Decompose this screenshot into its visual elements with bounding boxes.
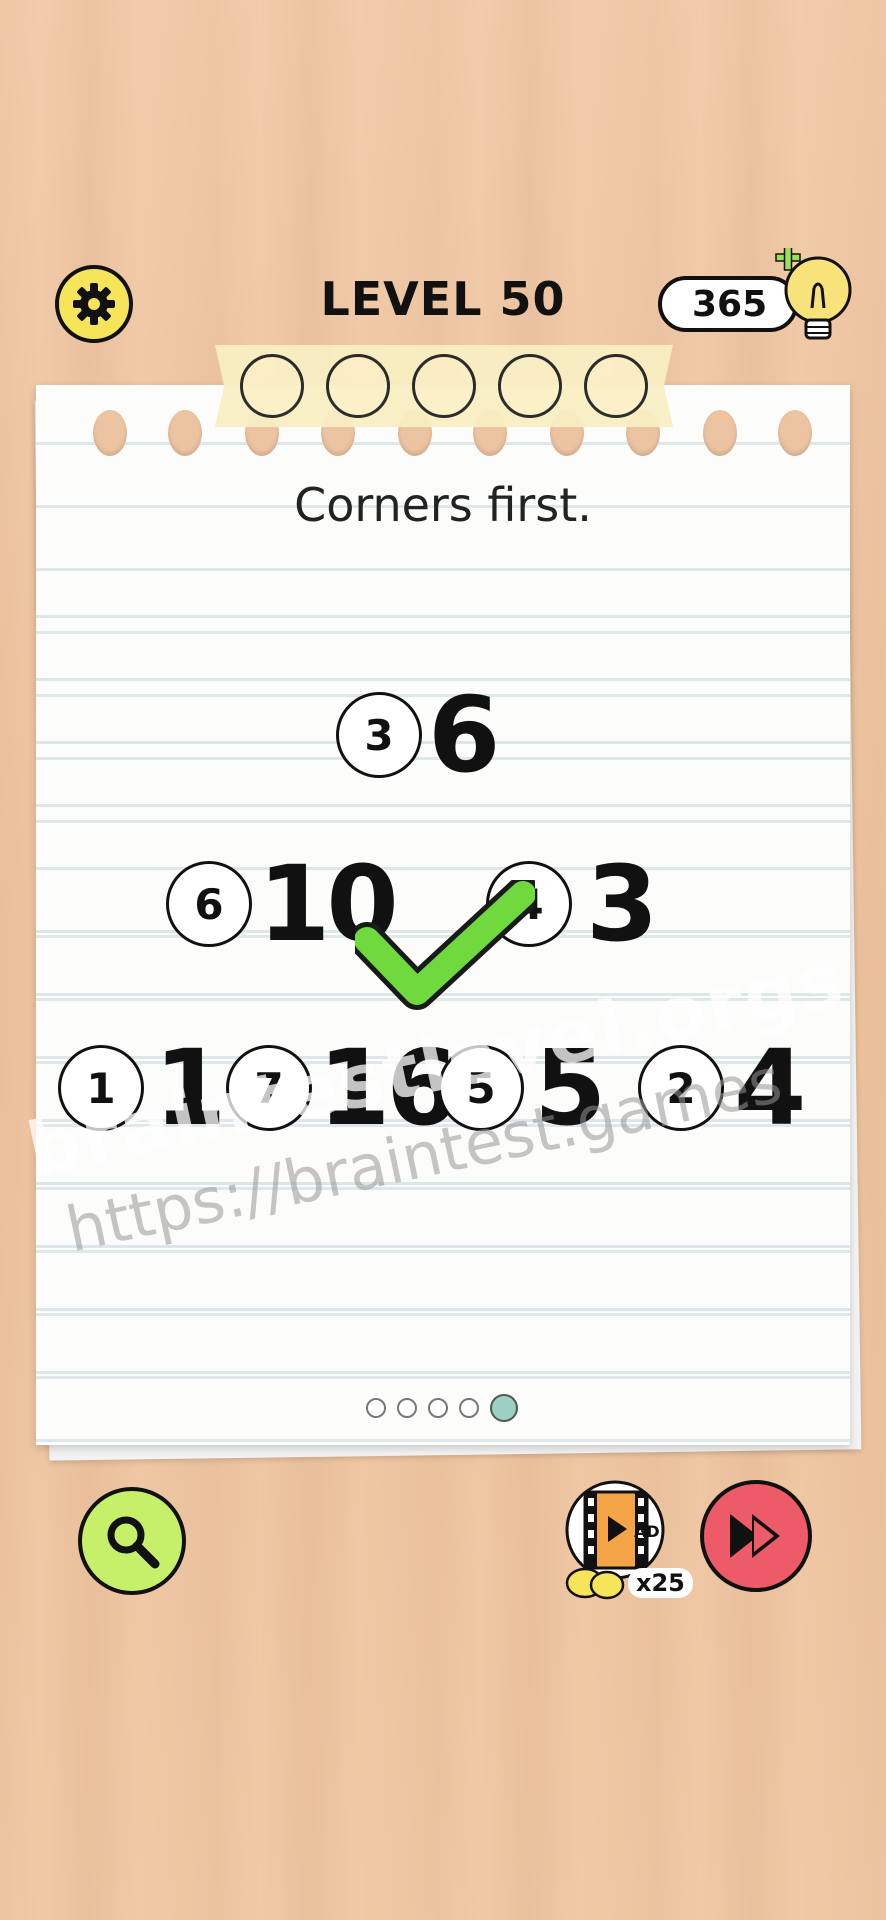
number-value: 3 <box>586 843 658 965</box>
fast-forward-icon <box>730 1514 780 1558</box>
gear-icon <box>73 283 115 325</box>
page-dot <box>397 1398 417 1418</box>
checkmark-icon <box>355 880 535 1010</box>
settings-button[interactable] <box>55 265 133 343</box>
progress-slot <box>584 354 648 418</box>
page-dot-active <box>490 1394 518 1422</box>
ad-reward: x25 <box>628 1568 693 1598</box>
progress-slot <box>412 354 476 418</box>
magnifier-icon <box>107 1516 160 1569</box>
skip-level-button[interactable] <box>700 1480 812 1592</box>
number-value: 6 <box>428 674 500 796</box>
progress-slot <box>326 354 390 418</box>
progress-slot <box>498 354 562 418</box>
page-dot <box>459 1398 479 1418</box>
search-hint-button[interactable] <box>78 1487 186 1595</box>
level-hint: Corners first. <box>294 478 592 532</box>
level-title: LEVEL 50 <box>320 272 566 326</box>
binder-hole <box>93 410 127 456</box>
ad-label: AD <box>634 1522 660 1541</box>
progress-slot <box>240 354 304 418</box>
level-progress-tape <box>215 345 673 427</box>
binder-hole <box>778 410 812 456</box>
binder-hole <box>703 410 737 456</box>
binder-hole <box>168 410 202 456</box>
order-circle: 3 <box>336 692 422 778</box>
order-circle: 6 <box>166 861 252 947</box>
page-dot <box>428 1398 448 1418</box>
page-indicator <box>366 1394 518 1422</box>
page-dot <box>366 1398 386 1418</box>
lightbulb-plus-icon[interactable] <box>768 248 868 348</box>
number-tile-6[interactable]: 3 6 <box>336 674 500 796</box>
coins-value: 365 <box>692 283 768 325</box>
